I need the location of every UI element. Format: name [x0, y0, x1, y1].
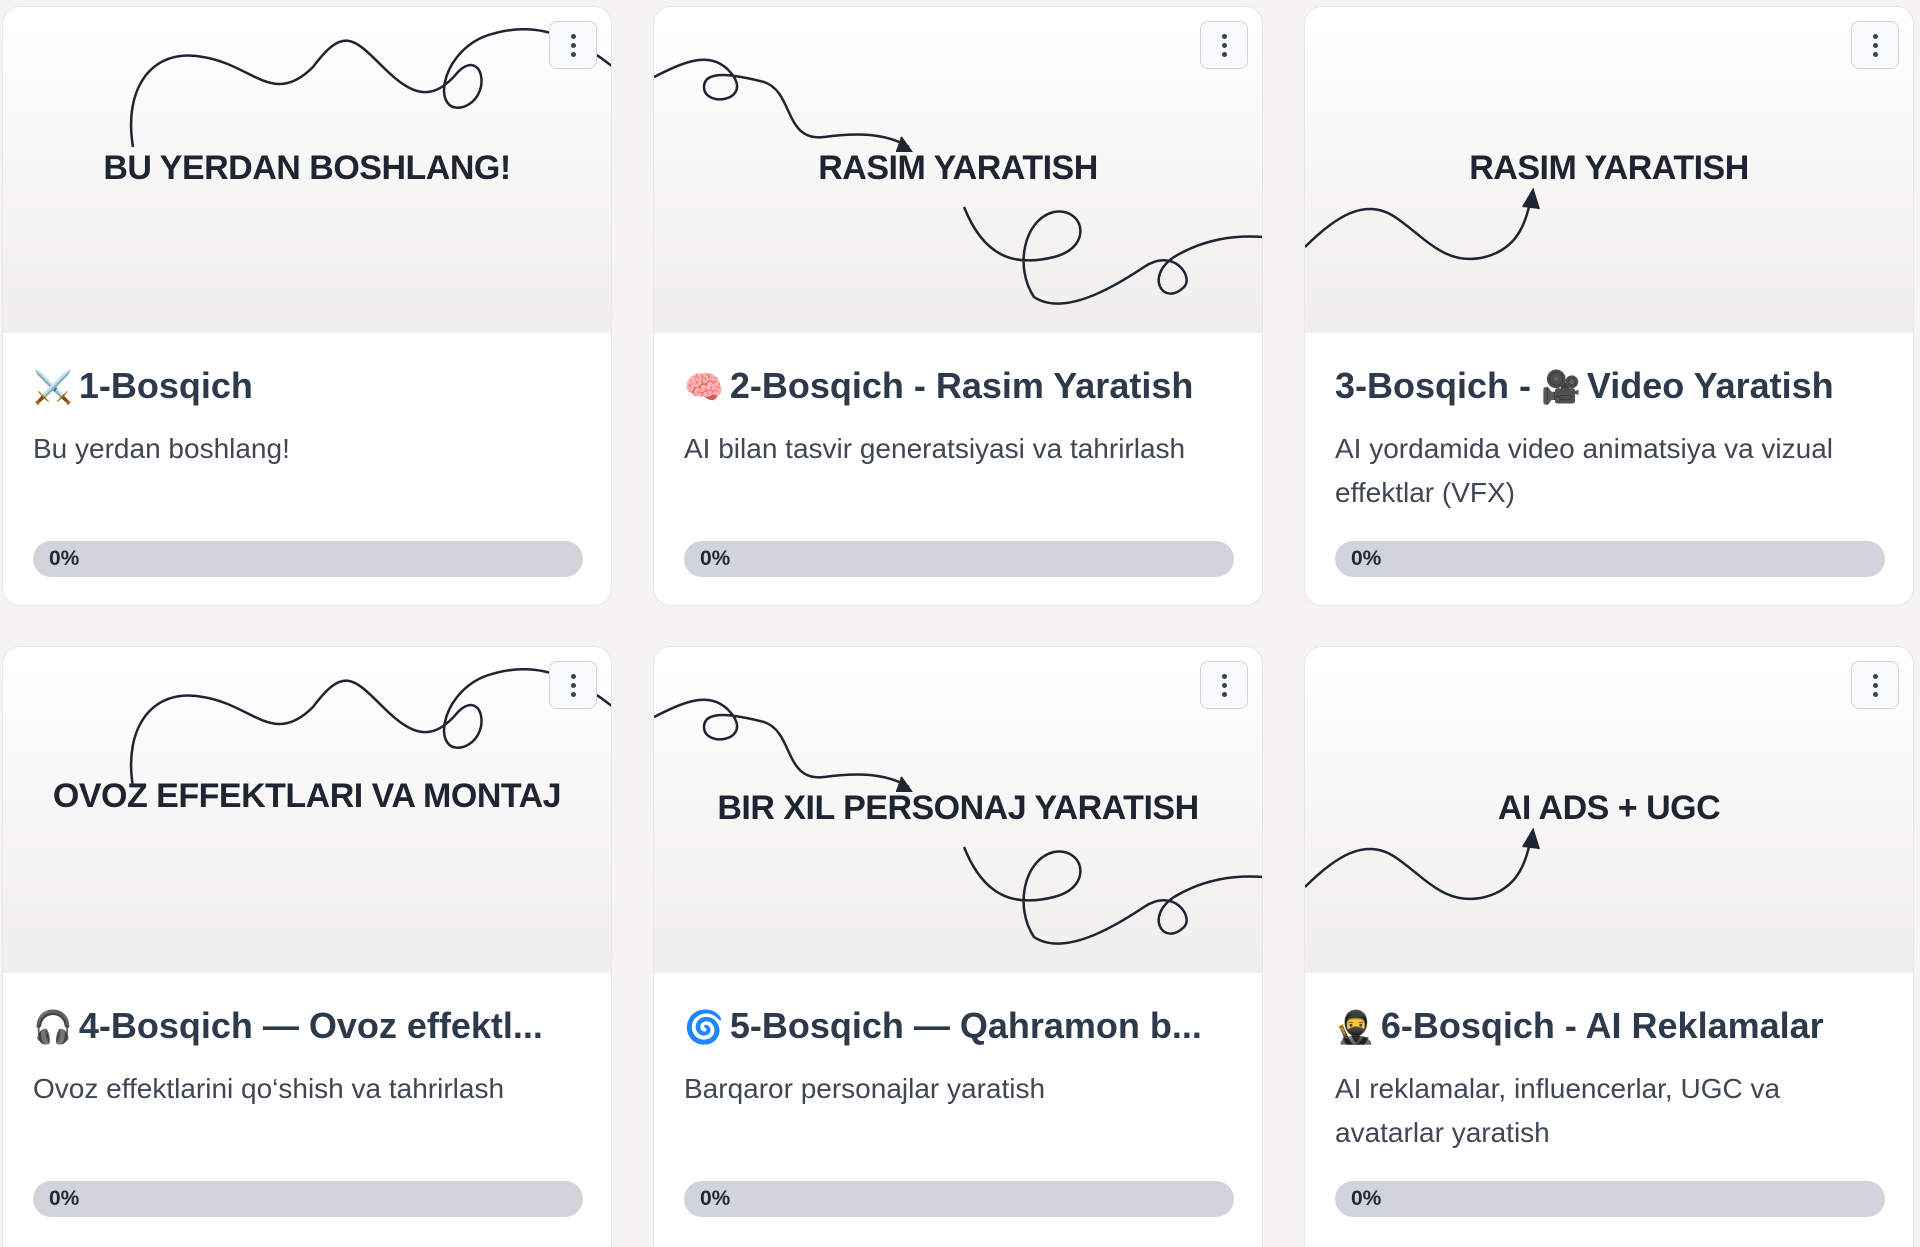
- card-title[interactable]: 🧠 2-Bosqich - Rasim Yaratish: [684, 363, 1232, 409]
- progress-label: 0%: [49, 1187, 80, 1210]
- card-description: Ovoz effektlarini qo‘shish va tahrirlash: [33, 1073, 505, 1104]
- progress-bar: 0%: [1335, 541, 1885, 577]
- card-menu-button[interactable]: [1200, 661, 1248, 709]
- progress-label: 0%: [700, 1187, 731, 1210]
- thumbnail-title: AI ADS + UGC: [1497, 789, 1721, 827]
- progress-bar: 0%: [33, 541, 583, 577]
- movie-camera-icon: 🎥: [1541, 369, 1581, 405]
- course-card-6[interactable]: AI ADS + UGC 🥷 6-Bosqich - AI Reklamalar …: [1304, 646, 1914, 1247]
- card-description: Barqaror personajlar yaratish: [684, 1073, 1046, 1104]
- card-menu-button[interactable]: [1851, 661, 1899, 709]
- progress-label: 0%: [1351, 547, 1382, 570]
- thumbnail-title: BIR XIL PERSONAJ YARATISH: [717, 789, 1199, 827]
- card-description: AI yordamida video animatsiya va vizual …: [1335, 433, 1834, 508]
- card-title[interactable]: 🎧 4-Bosqich — Ovoz effektl...: [33, 1003, 581, 1049]
- progress-label: 0%: [700, 547, 731, 570]
- course-card-3[interactable]: RASIM YARATISH 3-Bosqich - 🎥 Video Yarati…: [1304, 6, 1914, 606]
- cyclone-icon: 🌀: [684, 1009, 724, 1045]
- card-menu-button[interactable]: [549, 21, 597, 69]
- crossed-swords-icon: ⚔️: [33, 369, 73, 405]
- kebab-menu-icon: [1221, 673, 1227, 679]
- progress-label: 0%: [49, 547, 80, 570]
- kebab-menu-icon: [570, 33, 576, 39]
- progress-bar: 0%: [684, 1181, 1234, 1217]
- progress-bar: 0%: [1335, 1181, 1885, 1217]
- card-menu-button[interactable]: [549, 661, 597, 709]
- card-title[interactable]: ⚔️ 1-Bosqich: [33, 363, 581, 409]
- card-title[interactable]: 3-Bosqich - 🎥 Video Yaratish: [1335, 363, 1883, 409]
- progress-label: 0%: [1351, 1187, 1382, 1210]
- card-thumbnail: BU YERDAN BOSHLANG!: [3, 7, 611, 333]
- card-description: AI bilan tasvir generatsiyasi va tahrirl…: [684, 433, 1186, 464]
- card-menu-button[interactable]: [1200, 21, 1248, 69]
- card-title[interactable]: 🥷 6-Bosqich - AI Reklamalar: [1335, 1003, 1883, 1049]
- thumbnail-title: OVOZ EFFEKTLARI VA MONTAJ: [52, 777, 562, 815]
- kebab-menu-icon: [1872, 33, 1878, 39]
- thumbnail-title: RASIM YARATISH: [1469, 149, 1749, 187]
- card-thumbnail: BIR XIL PERSONAJ YARATISH: [654, 647, 1262, 973]
- kebab-menu-icon: [1221, 33, 1227, 39]
- progress-bar: 0%: [684, 541, 1234, 577]
- card-menu-button[interactable]: [1851, 21, 1899, 69]
- card-thumbnail: AI ADS + UGC: [1305, 647, 1913, 973]
- card-title[interactable]: 🌀 5-Bosqich — Qahramon b...: [684, 1003, 1232, 1049]
- card-thumbnail: OVOZ EFFEKTLARI VA MONTAJ: [3, 647, 611, 973]
- progress-bar: 0%: [33, 1181, 583, 1217]
- card-description: AI reklamalar, influencerlar, UGC va ava…: [1335, 1073, 1781, 1148]
- course-card-5[interactable]: BIR XIL PERSONAJ YARATISH 🌀 5-Bosqich — Q…: [653, 646, 1263, 1247]
- card-description: Bu yerdan boshlang!: [33, 433, 290, 464]
- course-grid: BU YERDAN BOSHLANG! ⚔️ 1-Bosqich Bu yerda…: [0, 0, 1920, 1247]
- kebab-menu-icon: [570, 673, 576, 679]
- course-card-1[interactable]: BU YERDAN BOSHLANG! ⚔️ 1-Bosqich Bu yerda…: [2, 6, 612, 606]
- card-thumbnail: RASIM YARATISH: [654, 7, 1262, 333]
- card-thumbnail: RASIM YARATISH: [1305, 7, 1913, 333]
- brain-icon: 🧠: [684, 369, 724, 405]
- headphones-icon: 🎧: [33, 1009, 73, 1045]
- kebab-menu-icon: [1872, 673, 1878, 679]
- thumbnail-title: BU YERDAN BOSHLANG!: [103, 149, 511, 187]
- course-card-2[interactable]: RASIM YARATISH 🧠 2-Bosqich - Rasim Yarati…: [653, 6, 1263, 606]
- ninja-icon: 🥷: [1335, 1009, 1375, 1045]
- thumbnail-title: RASIM YARATISH: [818, 149, 1098, 187]
- course-card-4[interactable]: OVOZ EFFEKTLARI VA MONTAJ 🎧 4-Bosqich — O…: [2, 646, 612, 1247]
